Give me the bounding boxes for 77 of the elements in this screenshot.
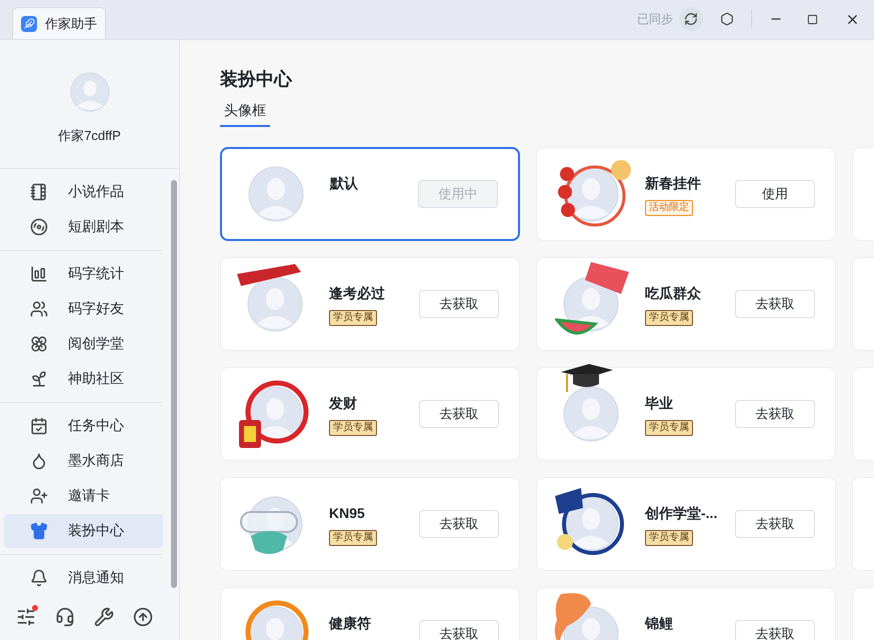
- sliders-icon[interactable]: [16, 607, 36, 628]
- sidebar-item[interactable]: 消息通知: [4, 560, 163, 595]
- app-title: 作家助手: [45, 14, 97, 33]
- sidebar-item[interactable]: 码字统计: [4, 256, 163, 291]
- frame-card[interactable]: 创作学堂-... 学员专属 去获取: [536, 477, 836, 571]
- frame-action-button[interactable]: 使用: [735, 180, 815, 208]
- book-icon: [30, 182, 48, 201]
- frame-action-button[interactable]: 去获取: [735, 620, 815, 640]
- sidebar-item[interactable]: 阅创学堂: [4, 326, 163, 361]
- tab[interactable]: 头像框: [220, 100, 270, 127]
- sidebar-item[interactable]: 墨水商店: [4, 444, 163, 478]
- frame-card[interactable]: 新春挂件 活动限定 使用: [536, 147, 836, 241]
- sync-status: 已同步: [637, 11, 673, 28]
- frame-name: 创作学堂-...: [645, 504, 718, 523]
- calendar-check-icon: [30, 416, 48, 435]
- sidebar-item[interactable]: 邀请卡: [4, 478, 163, 513]
- film-reel-icon: [30, 218, 48, 236]
- sidebar-item[interactable]: 短剧剧本: [4, 210, 163, 244]
- hexagon-icon: [720, 12, 734, 26]
- frame-card[interactable]: 逢考必过 学员专属 去获取: [220, 257, 520, 351]
- app-tab[interactable]: 作家助手: [12, 7, 106, 39]
- frame-action-button[interactable]: 去获取: [419, 620, 499, 640]
- frame-action-button[interactable]: 去获取: [735, 290, 815, 318]
- sidebar-item[interactable]: 装扮中心: [4, 514, 163, 548]
- frame-badge: 学员专属: [329, 310, 377, 326]
- wrench-icon[interactable]: [94, 607, 114, 628]
- frame-action-button[interactable]: 去获取: [735, 400, 815, 428]
- frame-badge: 学员专属: [645, 420, 693, 436]
- frame-card[interactable]: 健康符 去获取: [220, 587, 520, 640]
- frame-badge: 学员专属: [329, 530, 377, 546]
- frame-name: 发财: [329, 394, 358, 413]
- bell-icon: [30, 568, 48, 587]
- frame-card[interactable]: 锦鲤 去获取: [536, 587, 836, 640]
- frame-name: 吃瓜群众: [645, 284, 702, 303]
- frame-card[interactable]: 吃瓜群众 学员专属 去获取: [536, 257, 836, 351]
- users-icon: [30, 300, 48, 318]
- sync-button[interactable]: [679, 7, 703, 31]
- upload-icon[interactable]: [133, 607, 154, 628]
- frame-badge: 活动限定: [645, 200, 693, 216]
- maximize-icon: [806, 14, 818, 24]
- frame-card[interactable]: KN95 学员专属 去获取: [220, 477, 520, 571]
- frame-action-button[interactable]: 去获取: [419, 510, 499, 538]
- user-avatar: [70, 72, 110, 112]
- user-plus-icon: [30, 486, 48, 505]
- sprout-icon: [30, 370, 48, 388]
- frame-action-button[interactable]: 去获取: [419, 400, 499, 428]
- frame-name: 毕业: [645, 394, 674, 413]
- frame-badge: 学员专属: [329, 420, 377, 436]
- frame-name: 锦鲤: [645, 614, 674, 633]
- frame-action-button[interactable]: 去获取: [419, 290, 499, 318]
- shirt-icon: [30, 522, 48, 540]
- frame-name: KN95: [329, 504, 366, 523]
- username: 作家7cdffP: [58, 127, 121, 145]
- frame-action-button[interactable]: 去获取: [735, 510, 815, 538]
- frame-name: 逢考必过: [329, 284, 386, 303]
- scrollbar-thumb[interactable]: [171, 180, 177, 588]
- droplet-icon: [30, 452, 48, 470]
- sidebar-item[interactable]: 小说作品: [4, 174, 163, 209]
- avatar-silhouette: [563, 386, 619, 442]
- frame-card[interactable]: 毕业 学员专属 去获取: [536, 367, 836, 461]
- page-title: 装扮中心: [220, 68, 294, 91]
- sidebar-item[interactable]: 码字好友: [4, 292, 163, 326]
- sidebar-item[interactable]: 任务中心: [4, 408, 163, 443]
- frame-name: 默认: [330, 174, 359, 193]
- avatar-silhouette: [248, 166, 304, 222]
- feather-icon: [21, 16, 37, 32]
- frame-name: 新春挂件: [645, 174, 702, 193]
- bar-chart-icon: [30, 264, 48, 283]
- frame-card[interactable]: 发财 学员专属 去获取: [220, 367, 520, 461]
- frame-name: 健康符: [329, 614, 372, 633]
- frame-badge: 学员专属: [645, 310, 693, 326]
- avatar-silhouette: [247, 276, 303, 332]
- headset-icon[interactable]: [54, 607, 75, 628]
- flower-icon: [30, 334, 48, 353]
- frame-badge: 学员专属: [645, 530, 693, 546]
- sidebar-item[interactable]: 神助社区: [4, 362, 163, 396]
- sync-icon: [684, 12, 698, 26]
